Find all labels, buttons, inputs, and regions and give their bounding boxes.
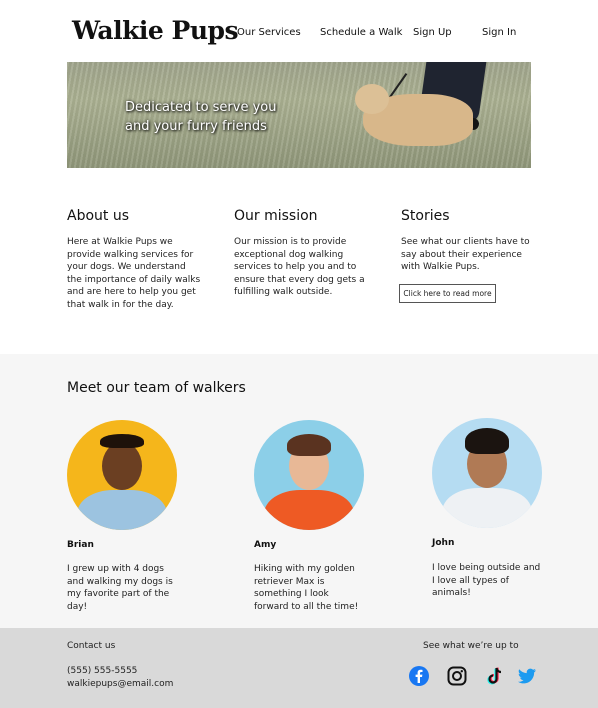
contact-email[interactable]: walkiepups@email.com: [67, 679, 173, 689]
member-bio-amy: Hiking with my golden retriever Max is s…: [254, 564, 359, 612]
page: Walkie Pups Our Services Schedule a Walk…: [0, 0, 598, 708]
social-title: See what we’re up to: [423, 641, 519, 651]
nav-schedule-walk[interactable]: Schedule a Walk: [320, 27, 402, 38]
member-name-amy: Amy: [254, 540, 277, 550]
avatar-shirt: [442, 488, 532, 528]
mission-title: Our mission: [234, 208, 318, 224]
avatar-hair: [287, 434, 331, 456]
avatar-face: [102, 442, 142, 490]
member-name-brian: Brian: [67, 540, 94, 550]
twitter-icon[interactable]: [517, 666, 537, 686]
avatar-hair: [100, 434, 144, 448]
hero-tagline: Dedicated to serve you and your furry fr…: [125, 98, 276, 136]
hero-tagline-line2: and your furry friends: [125, 119, 267, 134]
member-bio-brian: I grew up with 4 dogs and walking my dog…: [67, 564, 173, 612]
john-avatar: [432, 418, 542, 528]
hero-banner: Dedicated to serve you and your furry fr…: [67, 62, 531, 168]
stories-title: Stories: [401, 208, 450, 224]
about-text: Here at Walkie Pups we provide walking s…: [67, 237, 201, 310]
amy-avatar: [254, 420, 364, 530]
mission-section: Our mission Our mission is to provide ex…: [234, 208, 369, 299]
hero-tagline-line1: Dedicated to serve you: [125, 100, 277, 115]
dog-head: [355, 84, 389, 114]
logo[interactable]: Walkie Pups: [72, 16, 239, 45]
avatar-shirt: [77, 490, 167, 530]
about-section: About us Here at Walkie Pups we provide …: [67, 208, 202, 312]
avatar-shirt: [264, 490, 354, 530]
mission-text: Our mission is to provide exceptional do…: [234, 237, 365, 298]
instagram-icon[interactable]: [447, 666, 467, 686]
team-section: Meet our team of walkers Brian I grew up…: [0, 354, 598, 628]
about-title: About us: [67, 208, 130, 224]
footer: Contact us (555) 555-5555 walkiepups@ema…: [0, 628, 598, 708]
nav-sign-in[interactable]: Sign In: [482, 27, 516, 38]
nav-our-services[interactable]: Our Services: [237, 27, 301, 38]
member-bio-john: I love being outside and I love all type…: [432, 563, 541, 599]
tiktok-icon[interactable]: [484, 666, 504, 686]
facebook-icon[interactable]: [409, 666, 429, 686]
contact-title: Contact us: [67, 641, 116, 651]
stories-section: Stories See what our clients have to say…: [401, 208, 536, 274]
nav-sign-up[interactable]: Sign Up: [413, 27, 452, 38]
contact-phone[interactable]: (555) 555-5555: [67, 666, 137, 676]
team-title: Meet our team of walkers: [67, 380, 246, 396]
read-more-button[interactable]: Click here to read more: [399, 284, 496, 303]
brian-avatar: [67, 420, 177, 530]
avatar-hair: [465, 428, 509, 454]
member-name-john: John: [432, 538, 455, 548]
stories-text: See what our clients have to say about t…: [401, 237, 530, 273]
